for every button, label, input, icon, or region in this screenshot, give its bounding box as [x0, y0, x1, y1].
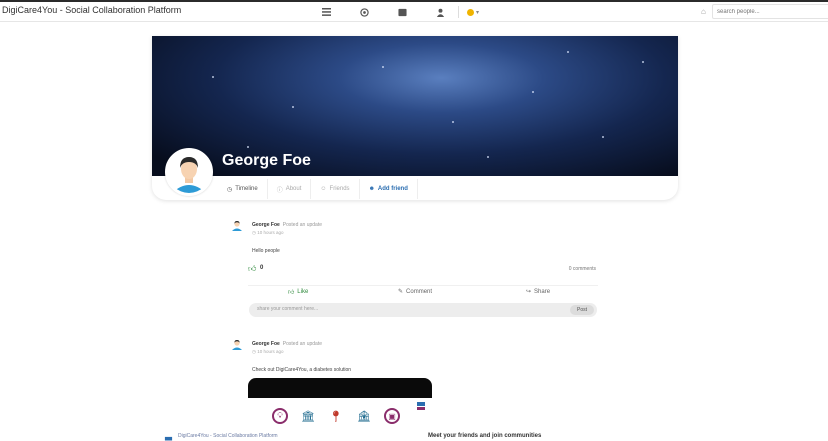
post-time-text: 10 hours ago — [257, 230, 284, 235]
globe-icon[interactable] — [358, 6, 370, 18]
app-title[interactable]: DigiCare4You - Social Collaboration Plat… — [2, 5, 181, 15]
post-body: Hello people — [252, 248, 280, 254]
thumbs-up-icon: 👍︎ — [288, 290, 295, 296]
comment-icon: ✎ — [398, 289, 404, 295]
share-button[interactable]: ↪ Share — [526, 288, 551, 296]
tab-about[interactable]: ⓘ About — [268, 179, 312, 199]
feature-icons-row: 💡︎ 🏛︎ 📍︎ 🏦︎ ▣ — [272, 406, 400, 426]
post-reactions-summary: 👍︎ 0 0 comments — [248, 264, 598, 276]
tab-label: About — [285, 186, 302, 192]
status-dropdown[interactable]: ▾ — [467, 8, 480, 16]
like-label: Like — [297, 289, 309, 295]
hospital-icon: 🏛︎ — [301, 410, 315, 423]
top-navigation-bar: DigiCare4You - Social Collaboration Plat… — [0, 0, 828, 22]
post-author-avatar[interactable] — [231, 218, 243, 231]
post-author[interactable]: George Foe Posted an update — [252, 341, 322, 347]
grid-icon[interactable] — [396, 6, 408, 18]
comment-label: Comment — [406, 288, 433, 295]
search-input[interactable] — [712, 4, 828, 19]
list-icon[interactable] — [320, 6, 332, 18]
friends-icon: ☺ — [320, 186, 327, 192]
tab-add-friend[interactable]: ☻ Add friend — [360, 179, 418, 199]
post-media-image[interactable] — [248, 378, 432, 398]
footer-brand: DigiCare4You - Social Collaboration Plat… — [178, 433, 278, 439]
pin-icon: 📍︎ — [329, 410, 343, 423]
like-button[interactable]: 👍︎ Like — [288, 288, 308, 296]
comment-input[interactable]: share your comment here... — [257, 306, 318, 312]
app-logo-icon — [416, 398, 426, 410]
tab-label: Add friend — [377, 186, 408, 192]
lightbulb-icon: 💡︎ — [272, 408, 288, 424]
post-body: Check out DigiCare4You, a diabetes solut… — [252, 367, 352, 373]
add-user-icon: ☻ — [368, 186, 375, 192]
post-comment-button[interactable]: Post — [570, 305, 594, 315]
comment-box: share your comment here... Post — [249, 303, 597, 317]
thumbs-up-icon: 👍︎ — [248, 264, 257, 273]
nav-icons: ▾ — [320, 5, 479, 19]
user-icon[interactable] — [434, 6, 446, 18]
notification-icon[interactable]: ⌂ — [701, 7, 706, 16]
post-author-avatar[interactable] — [231, 337, 243, 350]
tab-label: Timeline — [235, 186, 258, 192]
profile-avatar[interactable] — [165, 148, 213, 196]
nav-divider — [458, 6, 459, 18]
post-timestamp: ◷ 10 hours ago — [252, 230, 283, 236]
share-label: Share — [534, 288, 551, 295]
info-icon: ⓘ — [276, 187, 283, 194]
post-time-text: 10 hours ago — [257, 349, 284, 354]
app-logo-icon — [164, 432, 173, 441]
post-actions: 👍︎ Like ✎ Comment ↪ Share — [248, 285, 598, 297]
comment-count[interactable]: 0 comments — [569, 266, 596, 272]
like-count: 0 — [260, 265, 264, 271]
post-author-name[interactable]: George Foe — [252, 341, 280, 347]
post-action-text: Posted an update — [282, 222, 322, 228]
profile-name: George Foe — [222, 152, 311, 169]
tab-friends[interactable]: ☺ Friends — [311, 179, 360, 199]
post-action-text: Posted an update — [282, 341, 322, 347]
share-icon: ↪ — [526, 289, 532, 295]
post-author[interactable]: George Foe Posted an update — [252, 222, 322, 228]
calendar-icon: ▣ — [384, 408, 400, 424]
tab-timeline[interactable]: ◷ Timeline — [218, 179, 268, 199]
status-dot-icon — [467, 8, 474, 16]
bank-icon: 🏦︎ — [357, 410, 371, 423]
profile-header-card: George Foe ◷ Timeline ⓘ About ☺ Friends … — [152, 36, 678, 200]
tab-label: Friends — [329, 186, 350, 192]
footer-tagline: Meet your friends and join communities — [428, 433, 542, 439]
post-timestamp: ◷ 10 hours ago — [252, 349, 283, 355]
status-caret: ▾ — [476, 9, 480, 16]
clock-icon: ◷ — [227, 186, 233, 193]
comment-button[interactable]: ✎ Comment — [398, 288, 433, 296]
profile-tabs: ◷ Timeline ⓘ About ☺ Friends ☻ Add frien… — [218, 179, 418, 199]
post-author-name[interactable]: George Foe — [252, 222, 280, 228]
